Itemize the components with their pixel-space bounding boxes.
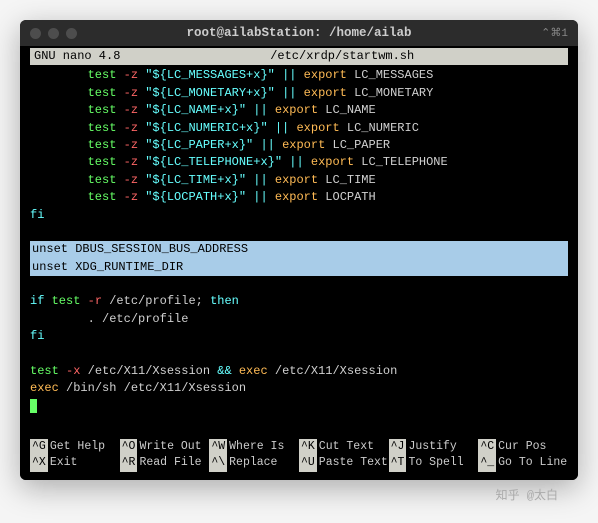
help-key: ^R: [120, 455, 138, 472]
help-bar: ^GGet Help^OWrite Out^WWhere Is^KCut Tex…: [30, 439, 568, 472]
help-item: ^RRead File: [120, 455, 210, 472]
help-label: Exit: [50, 455, 78, 472]
code-line[interactable]: test -z "${LC_TIME+x}" || export LC_TIME: [30, 172, 568, 189]
help-key: ^J: [389, 439, 407, 456]
code-line[interactable]: test -z "${LC_PAPER+x}" || export LC_PAP…: [30, 137, 568, 154]
editor-file: /etc/xrdp/startwm.sh: [120, 48, 564, 65]
help-key: ^\: [209, 455, 227, 472]
code-line[interactable]: test -z "${LC_NUMERIC+x}" || export LC_N…: [30, 120, 568, 137]
help-label: Cur Pos: [498, 439, 546, 456]
help-key: ^T: [389, 455, 407, 472]
help-key: ^U: [299, 455, 317, 472]
help-label: To Spell: [408, 455, 463, 472]
help-label: Where Is: [229, 439, 284, 456]
help-label: Go To Line: [498, 455, 567, 472]
help-item: ^UPaste Text: [299, 455, 389, 472]
terminal-window: root@ailabStation: /home/ailab ⌃⌘1 GNU n…: [20, 20, 578, 480]
code-line[interactable]: test -z "${LC_TELEPHONE+x}" || export LC…: [30, 154, 568, 171]
code-line[interactable]: test -z "${LC_NAME+x}" || export LC_NAME: [30, 102, 568, 119]
code-line[interactable]: [30, 346, 568, 363]
window-title: root@ailabStation: /home/ailab: [20, 26, 578, 40]
code-line[interactable]: test -z "${LC_MONETARY+x}" || export LC_…: [30, 85, 568, 102]
help-item: ^CCur Pos: [478, 439, 568, 456]
terminal-body[interactable]: GNU nano 4.8 /etc/xrdp/startwm.sh test -…: [20, 46, 578, 480]
help-label: Cut Text: [319, 439, 374, 456]
code-line[interactable]: exec /bin/sh /etc/X11/Xsession: [30, 380, 568, 397]
code-line[interactable]: [30, 224, 568, 241]
help-item: ^OWrite Out: [120, 439, 210, 456]
help-item: ^TTo Spell: [389, 455, 479, 472]
code-line[interactable]: test -z "${LC_MESSAGES+x}" || export LC_…: [30, 67, 568, 84]
editor-content[interactable]: test -z "${LC_MESSAGES+x}" || export LC_…: [30, 67, 568, 397]
window-shortcut: ⌃⌘1: [541, 26, 568, 40]
help-label: Paste Text: [319, 455, 388, 472]
help-item: ^KCut Text: [299, 439, 389, 456]
code-line[interactable]: if test -r /etc/profile; then: [30, 293, 568, 310]
help-item: ^JJustify: [389, 439, 479, 456]
help-label: Justify: [408, 439, 456, 456]
cursor-icon: [30, 399, 37, 413]
help-key: ^X: [30, 455, 48, 472]
code-line[interactable]: unset XDG_RUNTIME_DIR: [30, 259, 568, 276]
help-key: ^K: [299, 439, 317, 456]
help-key: ^W: [209, 439, 227, 456]
code-line[interactable]: test -x /etc/X11/Xsession && exec /etc/X…: [30, 363, 568, 380]
help-label: Read File: [139, 455, 201, 472]
code-line[interactable]: unset DBUS_SESSION_BUS_ADDRESS: [30, 241, 568, 258]
help-item: ^WWhere Is: [209, 439, 299, 456]
watermark: 知乎 @太白: [20, 486, 558, 503]
help-label: Replace: [229, 455, 277, 472]
help-item: ^\Replace: [209, 455, 299, 472]
help-item: ^_Go To Line: [478, 455, 568, 472]
editor-header: GNU nano 4.8 /etc/xrdp/startwm.sh: [30, 48, 568, 65]
help-item: ^GGet Help: [30, 439, 120, 456]
code-line[interactable]: test -z "${LOCPATH+x}" || export LOCPATH: [30, 189, 568, 206]
help-key: ^G: [30, 439, 48, 456]
help-key: ^_: [478, 455, 496, 472]
titlebar: root@ailabStation: /home/ailab ⌃⌘1: [20, 20, 578, 46]
help-key: ^C: [478, 439, 496, 456]
code-line[interactable]: fi: [30, 207, 568, 224]
code-line[interactable]: . /etc/profile: [30, 311, 568, 328]
code-line[interactable]: fi: [30, 328, 568, 345]
help-label: Write Out: [139, 439, 201, 456]
editor-name: GNU nano 4.8: [34, 48, 120, 65]
help-item: ^XExit: [30, 455, 120, 472]
code-line[interactable]: [30, 276, 568, 293]
help-label: Get Help: [50, 439, 105, 456]
help-key: ^O: [120, 439, 138, 456]
